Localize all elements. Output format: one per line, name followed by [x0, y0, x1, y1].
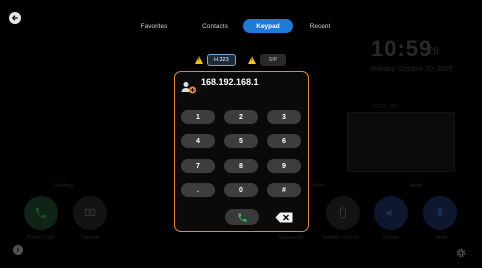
tab-recent[interactable]: Recent	[299, 19, 341, 33]
preview-label: H.323 / SIP	[372, 104, 398, 110]
bg-volume-label: Volume	[382, 235, 399, 241]
bg-call-button	[24, 196, 58, 230]
section-meeting: Meeting	[55, 183, 73, 189]
key-8[interactable]: 8	[224, 159, 258, 173]
phone-icon	[237, 212, 247, 222]
bg-call-label: Place a Call	[27, 235, 54, 241]
speaker-icon	[386, 208, 392, 218]
bg-camera-label: Camera On	[278, 235, 304, 241]
phone-icon	[35, 207, 47, 219]
bg-volume-button	[374, 196, 408, 230]
key-4[interactable]: 4	[181, 134, 215, 148]
protocol-sip: SIP	[248, 54, 286, 66]
share-icon	[84, 208, 96, 216]
section-video: Video	[312, 183, 325, 189]
key-dot[interactable]: .	[181, 183, 215, 197]
key-0[interactable]: 0	[224, 183, 258, 197]
screen: 10:59 28 Monday, October 20, 2025 H.323 …	[0, 0, 482, 268]
info-icon[interactable]: i	[13, 245, 23, 255]
bg-mute-button	[423, 196, 457, 230]
bg-content-label: Content	[81, 235, 99, 241]
key-6[interactable]: 6	[267, 134, 301, 148]
dial-input[interactable]: 168.192.168.1	[201, 77, 259, 87]
clock: 10:59	[371, 36, 433, 61]
sip-button[interactable]: SIP	[260, 54, 286, 66]
backspace-icon[interactable]	[275, 212, 293, 223]
bg-content-button	[73, 196, 107, 230]
key-3[interactable]: 3	[267, 110, 301, 124]
top-tabs: Favorites Contacts Keypad Recent	[0, 19, 482, 33]
key-2[interactable]: 2	[224, 110, 258, 124]
bg-mute-label: Mute	[436, 235, 448, 241]
key-9[interactable]: 9	[267, 159, 301, 173]
key-hash[interactable]: #	[267, 183, 301, 197]
keypad-panel: 168.192.168.1 1 2 3 4 5 6 7 8 9 . 0 #	[174, 71, 309, 232]
bg-remote-button	[326, 196, 360, 230]
key-7[interactable]: 7	[181, 159, 215, 173]
remote-icon	[340, 207, 346, 219]
tab-contacts[interactable]: Contacts	[191, 19, 239, 33]
key-5[interactable]: 5	[224, 134, 258, 148]
tab-keypad[interactable]: Keypad	[243, 19, 293, 33]
tab-favorites[interactable]: Favorites	[127, 19, 181, 33]
h323-button[interactable]: H.323	[207, 54, 236, 66]
warning-icon	[248, 56, 256, 64]
clock-seconds: 28	[428, 46, 440, 57]
warning-icon	[195, 56, 203, 64]
date-label: Monday, October 20, 2025	[370, 66, 453, 73]
mic-icon	[436, 207, 444, 218]
bg-remote-label: Remote Control	[323, 235, 359, 241]
gear-icon[interactable]	[455, 247, 467, 259]
add-contact-icon[interactable]	[181, 81, 197, 94]
call-button[interactable]	[225, 209, 259, 225]
key-1[interactable]: 1	[181, 110, 215, 124]
protocol-h323: H.323	[195, 54, 236, 66]
self-view-preview	[347, 112, 455, 172]
section-audio: Audio	[410, 183, 423, 189]
